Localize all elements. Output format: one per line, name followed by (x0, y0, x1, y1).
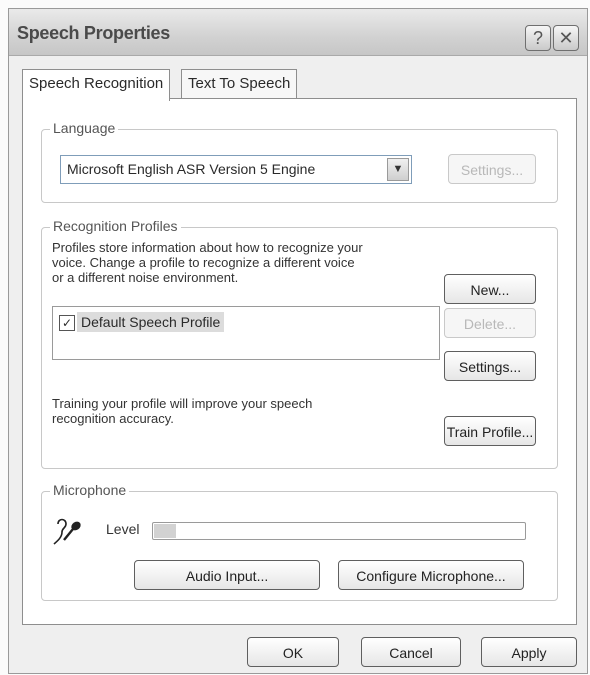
profile-name: Default Speech Profile (77, 312, 225, 332)
level-label: Level (106, 521, 140, 537)
apply-button[interactable]: Apply (481, 637, 577, 667)
train-profile-button[interactable]: Train Profile... (444, 416, 536, 446)
training-description-line: Training your profile will improve your … (52, 396, 313, 411)
microphone-level-fill (154, 524, 177, 538)
configure-microphone-button[interactable]: Configure Microphone... (338, 560, 524, 590)
window-title: Speech Properties (17, 23, 170, 43)
recognition-profiles-group: Recognition Profiles Profiles store info… (41, 218, 558, 469)
chevron-down-icon[interactable]: ▼ (387, 158, 409, 181)
microphone-group: Microphone Level Audio Input... Configur… (41, 482, 558, 601)
profiles-description-line: voice. Change a profile to recognize a d… (52, 255, 355, 270)
profile-settings-button[interactable]: Settings... (444, 351, 536, 381)
profiles-description-line: Profiles store information about how to … (52, 240, 363, 255)
language-group-title: Language (50, 120, 119, 136)
profiles-group-title: Recognition Profiles (50, 218, 181, 234)
training-description-line: recognition accuracy. (52, 411, 174, 426)
tab-speech-recognition[interactable]: Speech Recognition (22, 69, 171, 101)
speech-properties-dialog: Speech Properties ? ✕ Speech Recognition… (8, 8, 588, 674)
speech-recognition-panel: Language Microsoft English ASR Version 5… (22, 98, 577, 625)
language-engine-select[interactable]: Microsoft English ASR Version 5 Engine ▼ (60, 155, 412, 184)
help-icon[interactable]: ? (525, 25, 551, 51)
close-icon[interactable]: ✕ (553, 25, 579, 51)
language-settings-button[interactable]: Settings... (448, 154, 536, 184)
profiles-description: Profiles store information about how to … (52, 240, 363, 285)
training-description: Training your profile will improve your … (52, 396, 312, 426)
title-bar[interactable]: Speech Properties ? ✕ (9, 9, 587, 56)
tab-text-to-speech[interactable]: Text To Speech (181, 69, 298, 98)
profiles-list[interactable]: ✓ Default Speech Profile (52, 306, 440, 360)
microphone-icon (52, 514, 92, 546)
delete-profile-button[interactable]: Delete... (444, 308, 536, 338)
new-profile-button[interactable]: New... (444, 274, 536, 304)
cancel-button[interactable]: Cancel (361, 637, 461, 667)
checkmark-icon[interactable]: ✓ (59, 315, 75, 331)
profiles-description-line: or a different noise environment. (52, 270, 239, 285)
microphone-level-meter (152, 522, 526, 540)
language-engine-value: Microsoft English ASR Version 5 Engine (67, 161, 316, 177)
audio-input-button[interactable]: Audio Input... (134, 560, 320, 590)
language-group: Language Microsoft English ASR Version 5… (41, 120, 558, 203)
ok-button[interactable]: OK (247, 637, 339, 667)
microphone-group-title: Microphone (50, 482, 130, 498)
